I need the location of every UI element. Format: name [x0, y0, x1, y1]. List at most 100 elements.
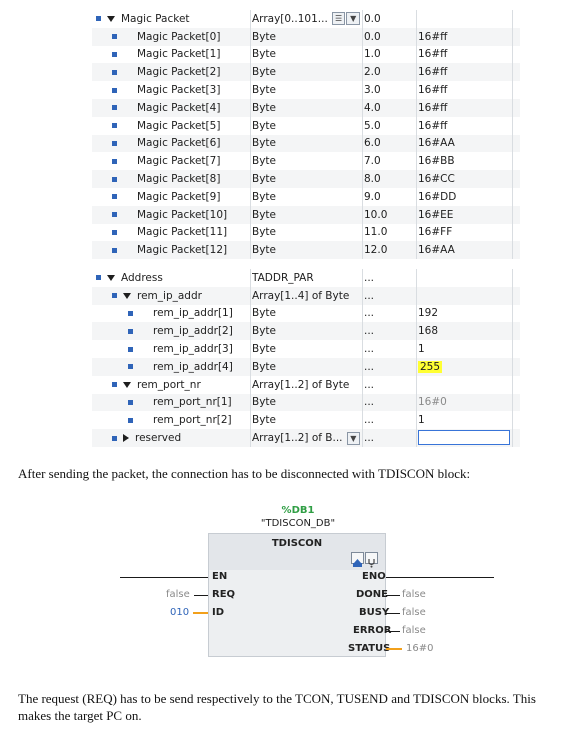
table-row[interactable]: Magic Packet[3] Byte 3.0 16#ff — [92, 81, 520, 99]
block-diagnostics-icon[interactable] — [365, 552, 378, 568]
table-row[interactable]: Magic Packet[8] Byte 8.0 16#CC — [92, 170, 520, 188]
member-name: Magic Packet[12] — [137, 244, 228, 257]
start-value-cell[interactable]: 16#FF — [418, 224, 510, 242]
table-row[interactable]: rem_port_nr[1] Byte... 16#0 — [92, 393, 520, 412]
table-row[interactable]: Magic Packet[1] Byte 1.0 16#ff — [92, 45, 520, 64]
table-row[interactable]: rem_ip_addr[4] Byte... 255 — [92, 357, 520, 376]
offset-cell: ... — [364, 396, 375, 409]
expand-arrow-icon[interactable] — [123, 434, 129, 443]
table-row[interactable]: Magic Packet[12] Byte 12.0 16#AA — [92, 241, 520, 260]
table-row[interactable]: Magic Packet[4] Byte 4.0 16#ff — [92, 98, 520, 117]
table-row[interactable]: rem_port_nr Array[1..2] of Byte... — [92, 375, 520, 394]
type-dropdown-icon[interactable]: ▼ — [346, 431, 360, 445]
start-value-cell[interactable]: 192 — [418, 305, 510, 323]
table-row[interactable]: Magic Packet[6] Byte 6.0 16#AA — [92, 134, 520, 153]
table-row[interactable]: rem_ip_addr[3] Byte... 1 — [92, 340, 520, 358]
req-value[interactable]: false — [166, 589, 190, 600]
type-cell: Byte — [252, 224, 360, 242]
grid-line — [250, 322, 251, 341]
table-row[interactable]: rem_ip_addr[1] Byte... 192 — [92, 304, 520, 323]
error-value[interactable]: false — [402, 625, 426, 636]
grid-line — [416, 98, 417, 117]
start-value-cell[interactable]: 16#ff — [418, 99, 510, 117]
grid-line — [512, 63, 513, 82]
start-value-cell[interactable] — [418, 10, 510, 28]
grid-line — [512, 304, 513, 323]
busy-wire — [386, 613, 400, 614]
start-value-cell[interactable]: 16#0 — [418, 394, 510, 412]
start-value-cell[interactable]: 16#BB — [418, 152, 510, 170]
start-value-cell[interactable]: 16#ff — [418, 81, 510, 99]
table-row[interactable]: Magic Packet[5] Byte 5.0 16#ff — [92, 116, 520, 135]
data-type: Array[1..4] of Byte — [252, 289, 350, 302]
data-type: Byte — [252, 84, 276, 97]
start-value-cell[interactable]: 16#AA — [418, 135, 510, 153]
start-value-cell[interactable]: 16#ff — [418, 28, 510, 46]
table-row[interactable]: rem_port_nr[2] Byte... 1 — [92, 411, 520, 430]
member-name: Magic Packet[10] — [137, 208, 228, 221]
member-icon — [112, 229, 117, 235]
start-value-cell[interactable] — [418, 287, 510, 305]
data-type: Array[1..2] of Byte — [252, 378, 350, 391]
start-value-cell[interactable] — [418, 269, 510, 287]
start-value: 16#CC — [418, 173, 455, 186]
offset-cell: 2.0 — [364, 66, 381, 79]
start-value-cell[interactable]: 16#ff — [418, 46, 510, 64]
type-dropdown-icon[interactable]: ▼ — [346, 12, 360, 26]
name-cell: rem_port_nr — [92, 376, 270, 394]
member-name: Magic Packet[7] — [137, 155, 221, 168]
grid-line — [362, 241, 363, 260]
start-value-cell[interactable] — [418, 376, 510, 394]
id-value[interactable]: 010 — [170, 607, 189, 618]
grid-line — [416, 63, 417, 82]
table-row[interactable]: Magic Packet[11] Byte 11.0 16#FF — [92, 223, 520, 242]
table-row[interactable]: Magic Packet Array[0..101... ☰ ▼ 0.0 — [92, 10, 520, 28]
start-value-cell[interactable]: 16#CC — [418, 170, 510, 188]
table-row[interactable]: Magic Packet[10] Byte 10.0 16#EE — [92, 205, 520, 224]
block-settings-icon[interactable] — [351, 552, 364, 567]
table-row[interactable]: Magic Packet[2] Byte 2.0 16#ff — [92, 63, 520, 82]
table-row[interactable]: Magic Packet[9] Byte 9.0 16#DD — [92, 187, 520, 206]
member-name: Address — [121, 271, 163, 284]
start-value-cell[interactable]: 255 — [418, 358, 510, 376]
status-value[interactable]: 16#0 — [406, 643, 433, 654]
member-name: reserved — [135, 432, 182, 445]
grid-line — [362, 340, 363, 358]
name-cell: Magic Packet — [92, 10, 254, 28]
start-value-cell[interactable]: 16#ff — [418, 63, 510, 81]
table-row[interactable]: Magic Packet[0] Byte 0.0 16#ff — [92, 27, 520, 46]
start-value-cell[interactable]: 16#EE — [418, 206, 510, 224]
grid-line — [416, 393, 417, 412]
table-row[interactable]: Address TADDR_PAR... — [92, 269, 520, 287]
grid-line — [512, 187, 513, 206]
start-value-cell[interactable]: 16#DD — [418, 188, 510, 206]
busy-value[interactable]: false — [402, 607, 426, 618]
type-cell: Byte — [252, 135, 360, 153]
member-icon — [128, 310, 133, 316]
type-cell: Byte — [252, 63, 360, 81]
start-value-cell[interactable]: 168 — [418, 322, 510, 340]
grid-line — [250, 205, 251, 224]
grid-line — [250, 286, 251, 305]
name-cell: Magic Packet[6] — [92, 135, 270, 153]
start-value-cell[interactable]: 16#ff — [418, 117, 510, 135]
start-value-cell[interactable]: 1 — [418, 340, 510, 358]
collapse-arrow-icon[interactable] — [123, 292, 131, 299]
id-wire — [193, 612, 208, 614]
start-value-input[interactable] — [418, 430, 510, 446]
data-type: Byte — [252, 66, 276, 79]
table-row[interactable]: rem_ip_addr Array[1..4] of Byte... — [92, 286, 520, 305]
table-row[interactable]: reserved Array[1..2] of B... ▼... — [92, 429, 520, 447]
offset-cell: 4.0 — [364, 101, 381, 114]
collapse-arrow-icon[interactable] — [107, 15, 115, 22]
done-value[interactable]: false — [402, 589, 426, 600]
collapse-arrow-icon[interactable] — [107, 274, 115, 281]
table-row[interactable]: Magic Packet[7] Byte 7.0 16#BB — [92, 152, 520, 171]
collapse-arrow-icon[interactable] — [123, 381, 131, 388]
grid-line — [362, 357, 363, 376]
member-name: rem_port_nr[2] — [153, 414, 232, 427]
start-value-cell[interactable]: 1 — [418, 411, 510, 429]
table-row[interactable]: rem_ip_addr[2] Byte... 168 — [92, 322, 520, 341]
array-editor-icon[interactable]: ☰ — [331, 12, 346, 26]
start-value-cell[interactable]: 16#AA — [418, 241, 510, 259]
